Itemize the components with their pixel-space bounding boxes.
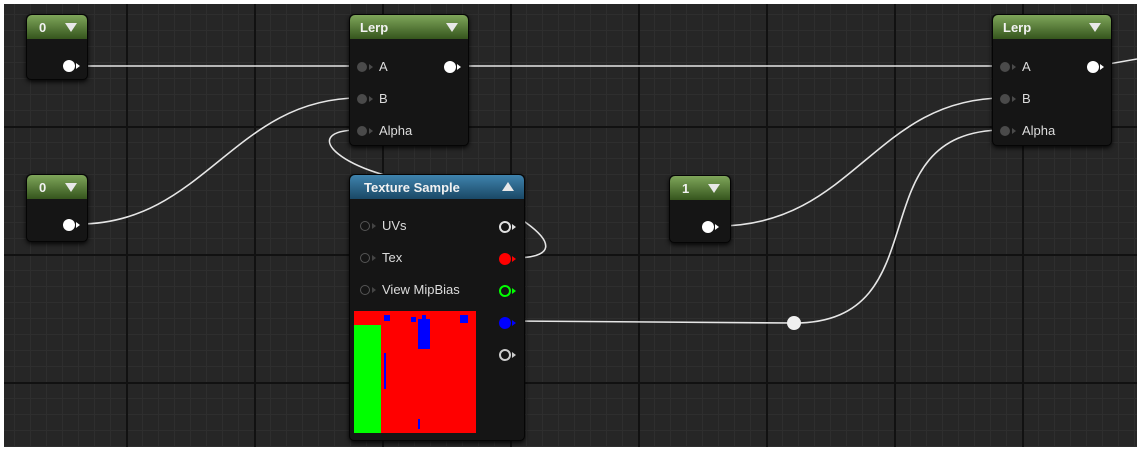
output-arrow-icon — [76, 63, 80, 69]
input-pin-uvs[interactable] — [360, 221, 370, 231]
output-pin[interactable] — [63, 219, 75, 231]
input-arrow-icon — [1012, 64, 1016, 70]
constant-node[interactable]: 0 — [26, 174, 88, 242]
node-title: Lerp — [360, 19, 389, 35]
pin-label-a: A — [1022, 59, 1031, 74]
pin-label-view-mipbias: View MipBias — [382, 282, 460, 297]
constant-node[interactable]: 0 — [26, 14, 88, 80]
input-arrow-icon — [369, 128, 373, 134]
texture-sample-node[interactable]: Texture Sample UVs Tex View MipBias — [349, 174, 525, 441]
material-graph-canvas[interactable]: 0 0 1 Lerp A B Alpha Lerp A B Alpha Text… — [4, 4, 1137, 447]
constant-node-header[interactable]: 0 — [27, 15, 87, 39]
wire-tex-b-to-reroute — [511, 320, 795, 324]
constant-value: 0 — [39, 179, 47, 195]
input-arrow-icon — [372, 287, 376, 293]
output-arrow-icon — [512, 320, 516, 326]
preview-blue-mark — [460, 315, 468, 323]
output-pin-a[interactable] — [499, 349, 511, 361]
output-pin-g[interactable] — [499, 285, 511, 297]
node-title: Lerp — [1003, 19, 1032, 35]
input-arrow-icon — [372, 223, 376, 229]
chevron-up-icon[interactable] — [502, 182, 514, 191]
preview-blue-mark — [384, 353, 386, 389]
wires-layer — [78, 58, 1137, 324]
output-arrow-icon — [76, 222, 80, 228]
chevron-down-icon[interactable] — [446, 23, 458, 32]
preview-blue-mark — [411, 317, 416, 322]
texture-sample-header[interactable]: Texture Sample — [350, 175, 524, 199]
output-arrow-icon — [512, 352, 516, 358]
wire-const1-to-lerp2-b — [717, 97, 1005, 227]
input-arrow-icon — [1012, 96, 1016, 102]
pin-label-alpha: Alpha — [1022, 123, 1056, 138]
output-arrow-icon — [715, 224, 719, 230]
input-pin-a[interactable] — [357, 62, 367, 72]
pin-label-a: A — [379, 59, 388, 74]
output-pin-rgb[interactable] — [499, 221, 511, 233]
input-pin-view-mipbias[interactable] — [360, 285, 370, 295]
output-pin[interactable] — [63, 60, 75, 72]
output-arrow-icon — [512, 224, 516, 230]
input-pin-alpha[interactable] — [357, 126, 367, 136]
node-title: Texture Sample — [364, 179, 460, 195]
constant-node[interactable]: 1 — [669, 175, 731, 243]
preview-blue-mark — [418, 319, 430, 349]
wire-reroute-to-lerp2-alpha — [793, 129, 1005, 324]
output-pin[interactable] — [702, 221, 714, 233]
output-pin[interactable] — [444, 61, 456, 73]
lerp-node[interactable]: Lerp A B Alpha — [992, 14, 1112, 146]
pin-label-alpha: Alpha — [379, 123, 413, 138]
lerp-node[interactable]: Lerp A B Alpha — [349, 14, 469, 146]
input-pin-tex[interactable] — [360, 253, 370, 263]
pin-label-tex: Tex — [382, 250, 403, 265]
input-arrow-icon — [1012, 128, 1016, 134]
input-pin-b[interactable] — [1000, 94, 1010, 104]
constant-value: 1 — [682, 180, 690, 196]
output-pin-b[interactable] — [499, 317, 511, 329]
input-arrow-icon — [369, 96, 373, 102]
pin-label-b: B — [379, 91, 388, 106]
chevron-down-icon[interactable] — [708, 184, 720, 193]
constant-node-header[interactable]: 1 — [670, 176, 730, 200]
output-arrow-icon — [512, 256, 516, 262]
chevron-down-icon[interactable] — [1089, 23, 1101, 32]
input-pin-alpha[interactable] — [1000, 126, 1010, 136]
texture-preview — [354, 311, 476, 433]
preview-blue-mark — [418, 419, 420, 429]
output-arrow-icon — [457, 64, 461, 70]
wire-const0b-to-lerp1-b — [78, 97, 360, 225]
constant-node-header[interactable]: 0 — [27, 175, 87, 199]
preview-blue-mark — [422, 315, 426, 323]
chevron-down-icon[interactable] — [65, 183, 77, 192]
lerp-node-header[interactable]: Lerp — [350, 15, 468, 39]
preview-blue-mark — [384, 315, 390, 321]
input-arrow-icon — [369, 64, 373, 70]
output-pin-r[interactable] — [499, 253, 511, 265]
preview-green-region — [354, 325, 381, 433]
input-pin-b[interactable] — [357, 94, 367, 104]
preview-green-corner — [354, 311, 362, 325]
chevron-down-icon[interactable] — [65, 23, 77, 32]
output-arrow-icon — [1100, 64, 1104, 70]
constant-value: 0 — [39, 19, 47, 35]
output-pin[interactable] — [1087, 61, 1099, 73]
output-arrow-icon — [512, 288, 516, 294]
reroute-node[interactable] — [787, 316, 801, 330]
input-pin-a[interactable] — [1000, 62, 1010, 72]
pin-label-b: B — [1022, 91, 1031, 106]
input-arrow-icon — [372, 255, 376, 261]
pin-label-uvs: UVs — [382, 218, 407, 233]
lerp-node-header[interactable]: Lerp — [993, 15, 1111, 39]
